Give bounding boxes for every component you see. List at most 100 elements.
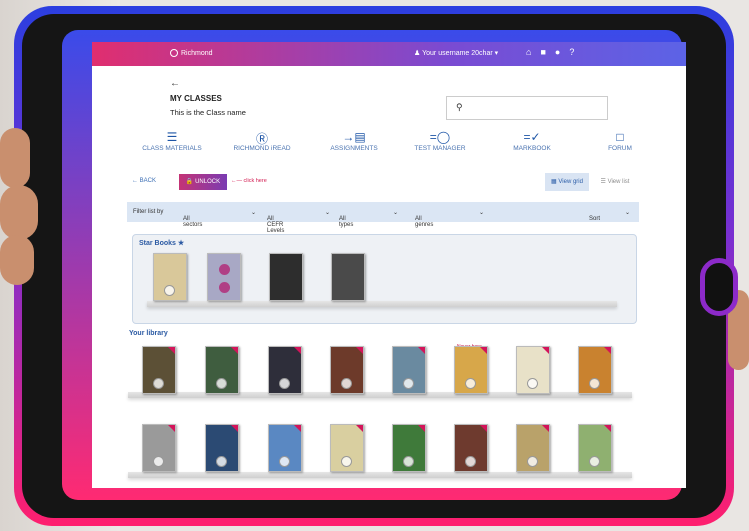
book-cover[interactable] [330, 424, 364, 472]
back-arrow-icon[interactable]: ← [170, 78, 180, 89]
top-bar: Richmond ♟ Your username 20char ▾ ⌂■●? [92, 42, 686, 66]
star-books-section: Star Books ★ [132, 234, 637, 324]
book-cover[interactable] [142, 424, 176, 472]
nav-forum[interactable]: □ FORUM [580, 130, 660, 152]
folder-icon[interactable]: ■ [540, 47, 554, 57]
book-corner-flag [356, 347, 363, 354]
audio-icon [279, 378, 290, 389]
book-cover[interactable] [392, 346, 426, 394]
star-icon: ★ [177, 240, 185, 247]
user-menu[interactable]: ♟ Your username 20char ▾ [414, 49, 498, 57]
nav-assignments[interactable]: →▤ ASSIGNMENTS [314, 130, 394, 152]
unlock-button[interactable]: 🔒 UNLOCK [179, 174, 227, 190]
book-corner-flag [480, 347, 487, 354]
section-title: Star Books ★ [139, 240, 185, 247]
book-cover[interactable] [578, 346, 612, 394]
audio-icon [341, 378, 352, 389]
class-name: This is the Class name [170, 108, 246, 117]
chevron-down-icon: ⌄ [479, 210, 485, 216]
left-hand-finger [0, 128, 30, 188]
timer-icon: =◯ [429, 130, 451, 144]
book-cover[interactable] [516, 424, 550, 472]
audio-icon [341, 456, 352, 467]
audio-icon [403, 378, 414, 389]
chevron-down-icon: ⌄ [393, 210, 399, 216]
lock-icon: 🔒 [185, 179, 194, 185]
book-cover[interactable] [153, 253, 187, 301]
book-cover[interactable] [207, 253, 241, 301]
chevron-down-icon: ▾ [494, 50, 499, 57]
filter-label: Filter list by [133, 209, 164, 215]
audio-icon [216, 456, 227, 467]
view-list-button[interactable]: ☰ View list [593, 173, 637, 191]
book-cover[interactable] [205, 424, 239, 472]
chat-icon: □ [616, 130, 624, 144]
list-view-icon: ☰ [600, 179, 606, 185]
user-icon: ♟ [414, 50, 421, 57]
audio-icon [403, 456, 414, 467]
audio-icon [589, 456, 600, 467]
audio-icon [527, 456, 538, 467]
book-cover[interactable] [454, 346, 488, 394]
toolbar: ← BACK 🔒 UNLOCK ←— click here ▦ View gri… [127, 172, 639, 192]
book-cover[interactable] [205, 346, 239, 394]
book-corner-flag [418, 425, 425, 432]
nav-test-manager[interactable]: =◯ TEST MANAGER [400, 130, 480, 152]
nav-markbook[interactable]: =✓ MARKBOOK [492, 130, 572, 152]
search-icon: ⚲ [456, 102, 463, 112]
shelf [128, 472, 632, 478]
book-cover[interactable] [330, 346, 364, 394]
markbook-icon: =✓ [523, 130, 541, 144]
assign-icon: →▤ [342, 130, 366, 144]
click-here-hint: ←— click here [231, 178, 267, 184]
book-corner-flag [480, 425, 487, 432]
audio-icon [216, 378, 227, 389]
book-cover[interactable] [392, 424, 426, 472]
r-book-icon: Ⓡ [255, 132, 268, 146]
chevron-down-icon: ⌄ [325, 210, 331, 216]
book-cover[interactable] [142, 346, 176, 394]
book-corner-flag [294, 425, 301, 432]
book-corner-flag [231, 425, 238, 432]
book-corner-flag [168, 347, 175, 354]
bell-icon[interactable]: ● [555, 47, 569, 57]
audio-icon [589, 378, 600, 389]
book-cover[interactable] [331, 253, 365, 301]
left-hand-finger [0, 185, 38, 240]
book-cover[interactable] [268, 346, 302, 394]
shelf [128, 392, 632, 398]
page-title: MY CLASSES [170, 94, 222, 103]
book-corner-flag [231, 347, 238, 354]
audio-icon [153, 378, 164, 389]
audio-icon [465, 456, 476, 467]
left-hand-finger [0, 235, 34, 285]
star-action-icon[interactable] [219, 264, 230, 275]
home-icon[interactable]: ⌂ [526, 47, 540, 57]
book-corner-flag [168, 425, 175, 432]
shelf [147, 301, 617, 307]
book-cover[interactable] [269, 253, 303, 301]
list-icon: ☰ [166, 130, 178, 144]
book-cover[interactable] [516, 346, 550, 394]
username: Your username 20char [422, 50, 493, 57]
book-cover[interactable] [578, 424, 612, 472]
nav-richmond-iread[interactable]: Ⓡ RICHMOND iREAD [222, 130, 302, 152]
audio-icon [279, 456, 290, 467]
nav-class-materials[interactable]: ☰ CLASS MATERIALS [132, 130, 212, 152]
book-corner-flag [294, 347, 301, 354]
app-screen: Richmond ♟ Your username 20char ▾ ⌂■●? ←… [92, 42, 686, 488]
view-grid-button[interactable]: ▦ View grid [545, 173, 589, 191]
brand-logo[interactable]: Richmond [170, 49, 213, 57]
book-actions-overlay [208, 254, 240, 300]
book-corner-flag [604, 425, 611, 432]
help-icon[interactable]: ? [569, 47, 583, 57]
book-corner-flag [356, 425, 363, 432]
home-button[interactable] [700, 258, 738, 316]
book-cover[interactable] [454, 424, 488, 472]
book-corner-flag [604, 347, 611, 354]
book-cover[interactable] [268, 424, 302, 472]
back-link[interactable]: ← BACK [132, 178, 156, 184]
search-input[interactable]: ⚲ [446, 96, 608, 120]
richmond-logo-icon [170, 49, 178, 57]
lock-action-icon[interactable] [219, 282, 230, 293]
